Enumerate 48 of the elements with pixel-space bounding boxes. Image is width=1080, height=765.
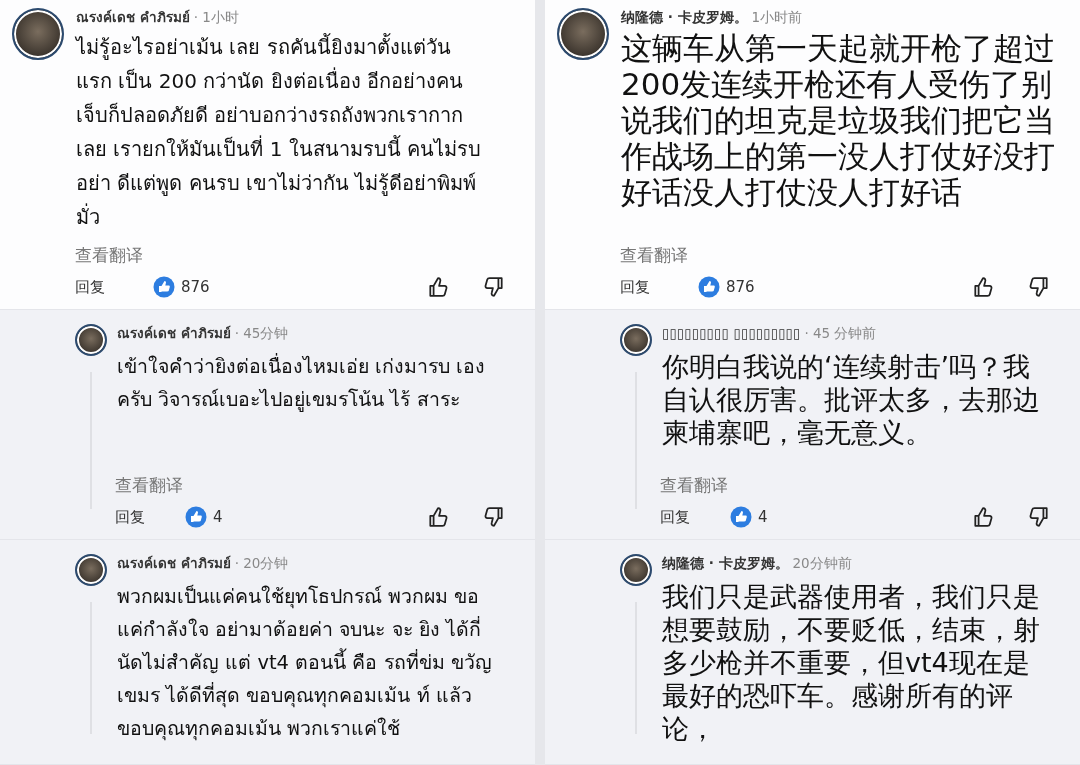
see-translation-link[interactable]: 查看翻译 <box>660 474 728 497</box>
comment-time: · 45分钟 <box>234 324 289 342</box>
author-name: ▯▯▯▯▯▯▯▯▯ ▯▯▯▯▯▯▯▯▯ <box>662 324 801 342</box>
comment-time: · 45 分钟前 <box>804 324 877 342</box>
thumbs-down-icon[interactable] <box>483 276 505 298</box>
reaction-count: 876 <box>726 278 755 296</box>
thumbs-down-icon[interactable] <box>1028 276 1050 298</box>
author-name: ณรงค์เดช คำภิรมย์ <box>117 324 231 342</box>
comment-text: ไม่รู้อะไรอย่าเม้น เลย รถคันนี้ยิงมาตั้งแต่วัน แรก เป็น 200 กว่านัด ยิงต่อเนื่อง อีกอย่างคน เจ็บก็ปลอดภัยดี อย่าบอกว่างรถถังพวกเรากาก เลย เรายกให้มันเป็นที่ 1 ในสนามรบนี้ คนไม่รบ อย่า ดีแต่พูด คนรบ เขาไม่ว่ากัน ไม่รู้ดีอย่าพิมพ์ มั่ว <box>76 32 483 231</box>
thumbs-up-icon[interactable] <box>427 506 449 528</box>
avatar <box>12 8 64 60</box>
reply-link[interactable]: 回复 <box>115 507 145 527</box>
avatar <box>75 554 107 586</box>
comment-time: 1小时前 <box>751 8 803 26</box>
comment-text: 你明白我说的‘连续射击’吗？我自认很厉害。批评太多，去那边柬埔寨吧，毫无意义。 <box>662 350 1041 449</box>
reply-link[interactable]: 回复 <box>660 507 690 527</box>
reaction-count: 4 <box>758 508 768 526</box>
see-translation-link[interactable]: 查看翻译 <box>620 244 688 267</box>
reaction-count: 4 <box>213 508 223 526</box>
comment-text: เข้าใจคำว่ายิงต่อเนื่องไหมเอ่ย เก่งมารบ เองครับ วิจารณ์เบอะไปอยู่เขมรโน้น ไร้ สาระ <box>117 352 487 414</box>
thumbs-down-icon[interactable] <box>483 506 505 528</box>
reply-link[interactable]: 回复 <box>75 277 105 297</box>
author-name: ณรงค์เดช คำภิรมย์ <box>76 8 190 26</box>
reply-link[interactable]: 回复 <box>620 277 650 297</box>
author-name: 纳隆德 · 卡皮罗姆。 <box>621 8 748 26</box>
see-translation-link[interactable]: 查看翻译 <box>115 474 183 497</box>
comment-time: · 1小时 <box>193 8 239 26</box>
comment-text: 我们只是武器使用者，我们只是想要鼓励，不要贬低，结束，射多少枪并不重要，但vt4现在是最好的恐吓车。感谢所有的评论， <box>662 580 1041 745</box>
comment-time: 20分钟前 <box>792 554 852 572</box>
avatar <box>75 324 107 356</box>
see-translation-link[interactable]: 查看翻译 <box>75 244 143 267</box>
thumbs-up-icon[interactable] <box>972 506 994 528</box>
thumbs-up-icon[interactable] <box>972 276 994 298</box>
reaction-count: 876 <box>181 278 210 296</box>
like-reaction-icon <box>698 276 720 298</box>
avatar <box>620 324 652 356</box>
author-name: 纳隆德 · 卡皮罗姆。 <box>662 554 789 572</box>
comment-time: · 20分钟 <box>234 554 289 572</box>
avatar <box>557 8 609 60</box>
like-reaction-icon <box>185 506 207 528</box>
comment-text: 这辆车从第一天起就开枪了超过200发连续开枪还有人受伤了别说我们的坦克是垃圾我们把它当作战场上的第一没人打仗好没打好话没人打仗没人打好话 <box>621 30 1056 210</box>
like-reaction-icon <box>730 506 752 528</box>
thumbs-down-icon[interactable] <box>1028 506 1050 528</box>
author-name: ณรงค์เดช คำภิรมย์ <box>117 554 231 572</box>
avatar <box>620 554 652 586</box>
thumbs-up-icon[interactable] <box>427 276 449 298</box>
like-reaction-icon <box>153 276 175 298</box>
comment-text: พวกผมเป็นแค่คนใช้ยุทโธปกรณ์ พวกผม ขอแค่กำลังใจ อย่ามาด้อยค่า จบนะ จะ ยิง ได้กี่นัดไม่สำคัญ แต่ vt4 ตอนนี้ คือ รถที่ข่ม ขวัญ เขมร ได้ดีที่สุด ขอบคุณทุกคอมเม้น ท์ แล้ว ขอบคุณทุกคอมเม้น พวกเราแค่ใช้ <box>117 583 493 743</box>
